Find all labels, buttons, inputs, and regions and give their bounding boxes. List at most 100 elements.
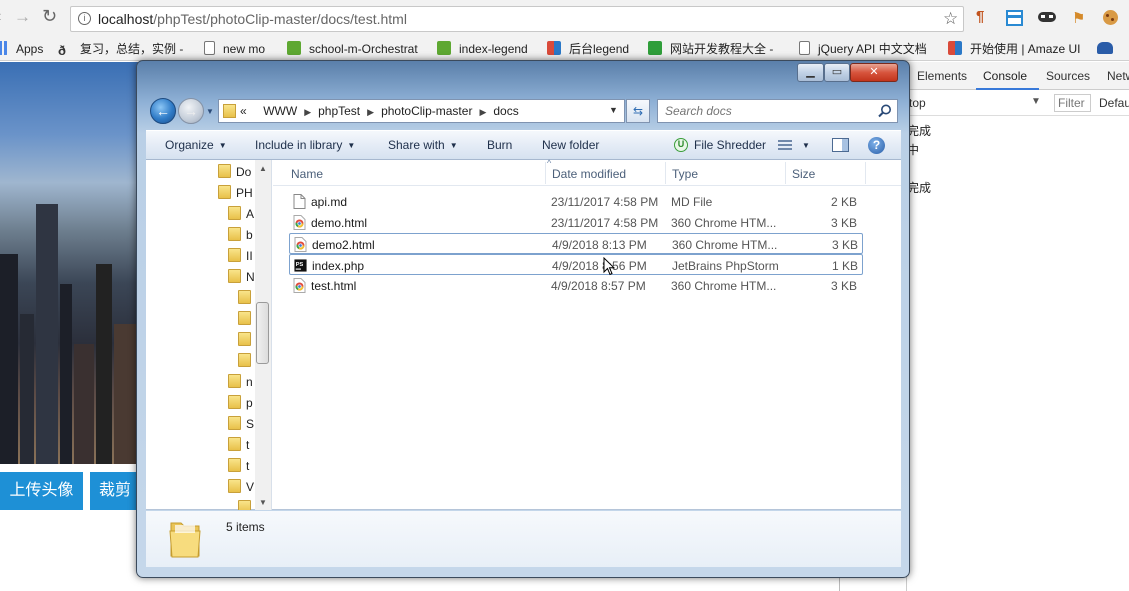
search-input[interactable] [658,100,873,122]
address-history-dropdown-icon[interactable]: ▼ [609,105,618,115]
tab-console[interactable]: Console [983,69,1027,83]
windows-logo-icon [948,41,962,55]
bookmark-review[interactable]: ð 复习，总结，实例 - [58,40,183,58]
dropdown-caret-icon: ▼ [218,141,227,150]
navigation-pane: Do PH A b II N n p S t t V ▲ ▼ [146,160,272,510]
include-in-library-menu[interactable]: Include in library ▼ [255,138,355,152]
file-row[interactable]: demo.html 23/11/2017 4:58 PM 360 Chrome … [289,212,863,233]
tree-item[interactable]: N [228,269,255,284]
tree-item[interactable]: t [228,458,249,473]
bookmark-jquery-api[interactable]: jQuery API 中文文档 [799,40,927,58]
column-type[interactable]: Type [672,167,698,181]
tree-item[interactable]: A [228,206,254,221]
tree-item[interactable]: p [228,395,253,410]
preview-pane-icon[interactable] [832,138,849,152]
column-date-modified[interactable]: Date modified [552,167,626,181]
tree-item[interactable]: n [228,374,253,389]
bookmark-index-legend[interactable]: index-legend [437,40,528,58]
chevron-right-icon[interactable]: ▶ [304,107,311,118]
folder-icon [218,185,231,199]
bookmark-web-tutorials[interactable]: 网站开发教程大全 - [648,40,773,58]
tree-item[interactable]: V [228,479,254,494]
tab-elements[interactable]: Elements [917,69,967,83]
forward-icon[interactable]: → [14,7,31,27]
column-size[interactable]: Size [792,167,815,181]
tab-sources[interactable]: Sources [1046,69,1090,83]
recent-pages-dropdown-icon[interactable]: ▼ [206,107,214,116]
file-row[interactable]: PS index.php 4/9/2018 8:56 PM JetBrains … [289,254,863,275]
maximize-button[interactable]: ▭ [824,63,850,82]
chevron-right-icon[interactable]: ▶ [367,107,374,118]
help-icon[interactable]: ? [868,137,885,154]
scroll-down-icon[interactable]: ▼ [259,498,267,507]
tree-item[interactable] [238,500,256,510]
file-row[interactable]: test.html 4/9/2018 8:57 PM 360 Chrome HT… [289,275,863,296]
view-dropdown-icon[interactable]: ▼ [802,141,810,150]
column-divider[interactable] [665,162,666,184]
tab-network[interactable]: Netw [1107,69,1129,83]
organize-menu[interactable]: Organize ▼ [165,138,227,152]
bookmark-star-icon[interactable]: ☆ [943,9,958,29]
tree-item[interactable]: S [228,416,254,431]
breadcrumb-www[interactable]: WWW [263,104,297,118]
nav-scrollbar[interactable]: ▲ ▼ [255,160,271,510]
back-button[interactable]: ← [150,98,176,124]
tree-item[interactable]: PH [218,185,253,200]
file-shredder-button[interactable]: U File Shredder [674,138,766,152]
tree-item[interactable]: II [228,248,253,263]
bookmark-apps[interactable]: Apps [0,40,43,58]
context-selector[interactable]: top [909,96,926,110]
column-divider[interactable] [545,162,546,184]
column-divider[interactable] [785,162,786,184]
upload-avatar-button[interactable]: 上传头像 [0,472,83,510]
forward-button[interactable]: → [178,98,204,124]
bookmark-school[interactable]: school-m-Orchestrat [287,40,418,58]
window-extension-icon[interactable] [1006,10,1023,26]
reload-icon[interactable]: ↻ [42,6,57,27]
column-name[interactable]: Name [291,167,323,181]
file-row[interactable]: demo2.html 4/9/2018 8:13 PM 360 Chrome H… [289,233,863,254]
explorer-address-bar[interactable]: « WWW ▶ phpTest ▶ photoClip-master ▶ docs ▼ [218,99,625,123]
chevron-right-icon[interactable]: ▶ [479,107,486,118]
share-with-menu[interactable]: Share with ▼ [388,138,458,152]
search-icon[interactable] [877,103,893,119]
glasses-extension-icon[interactable] [1038,12,1056,22]
close-button[interactable]: ✕ [850,63,898,82]
pilcrow-extension-icon[interactable]: ¶ [976,8,984,25]
burn-button[interactable]: Burn [487,138,512,152]
breadcrumb-overflow[interactable]: « [240,104,247,118]
tree-item[interactable]: Do [218,164,251,179]
tree-item[interactable] [238,311,256,326]
context-dropdown-icon[interactable]: ▼ [1031,96,1041,107]
column-divider[interactable] [865,162,866,184]
breadcrumb-phptest[interactable]: phpTest [318,104,360,118]
tree-item[interactable]: b [228,227,253,242]
address-bar[interactable]: i localhost/phpTest/photoClip-master/doc… [70,6,964,32]
breadcrumb-photoclip[interactable]: photoClip-master [381,104,472,118]
scroll-thumb[interactable] [256,302,269,364]
minimize-button[interactable]: ▁ [797,63,824,82]
tree-item[interactable] [238,290,256,305]
search-box[interactable] [657,99,898,123]
scroll-up-icon[interactable]: ▲ [259,164,267,173]
refresh-button[interactable]: ⇆ [626,99,650,123]
cookie-extension-icon[interactable] [1103,10,1118,25]
info-icon[interactable]: i [78,12,91,25]
tree-item[interactable]: t [228,437,249,452]
console-message: 完成 [907,181,932,195]
tree-item[interactable] [238,332,256,347]
view-options-icon[interactable] [778,140,792,151]
bookmark-admin-legend[interactable]: 后台legend [547,40,629,58]
page-icon [799,41,810,55]
crop-button[interactable]: 裁剪 [90,472,140,510]
pin-extension-icon[interactable]: ⚑ [1072,9,1085,27]
bookmark-new-mo[interactable]: new mo [204,40,265,58]
back-icon[interactable]: ‹ [0,8,1,26]
log-level-selector[interactable]: Defau [1099,96,1129,110]
new-folder-button[interactable]: New folder [542,138,599,152]
tree-item[interactable] [238,353,256,368]
bookmark-amaze-ui[interactable]: 开始使用 | Amaze UI [948,40,1080,58]
breadcrumb-docs[interactable]: docs [493,104,518,118]
filter-input[interactable]: Filter [1054,94,1091,112]
file-row[interactable]: api.md 23/11/2017 4:58 PM MD File 2 KB [289,191,863,212]
